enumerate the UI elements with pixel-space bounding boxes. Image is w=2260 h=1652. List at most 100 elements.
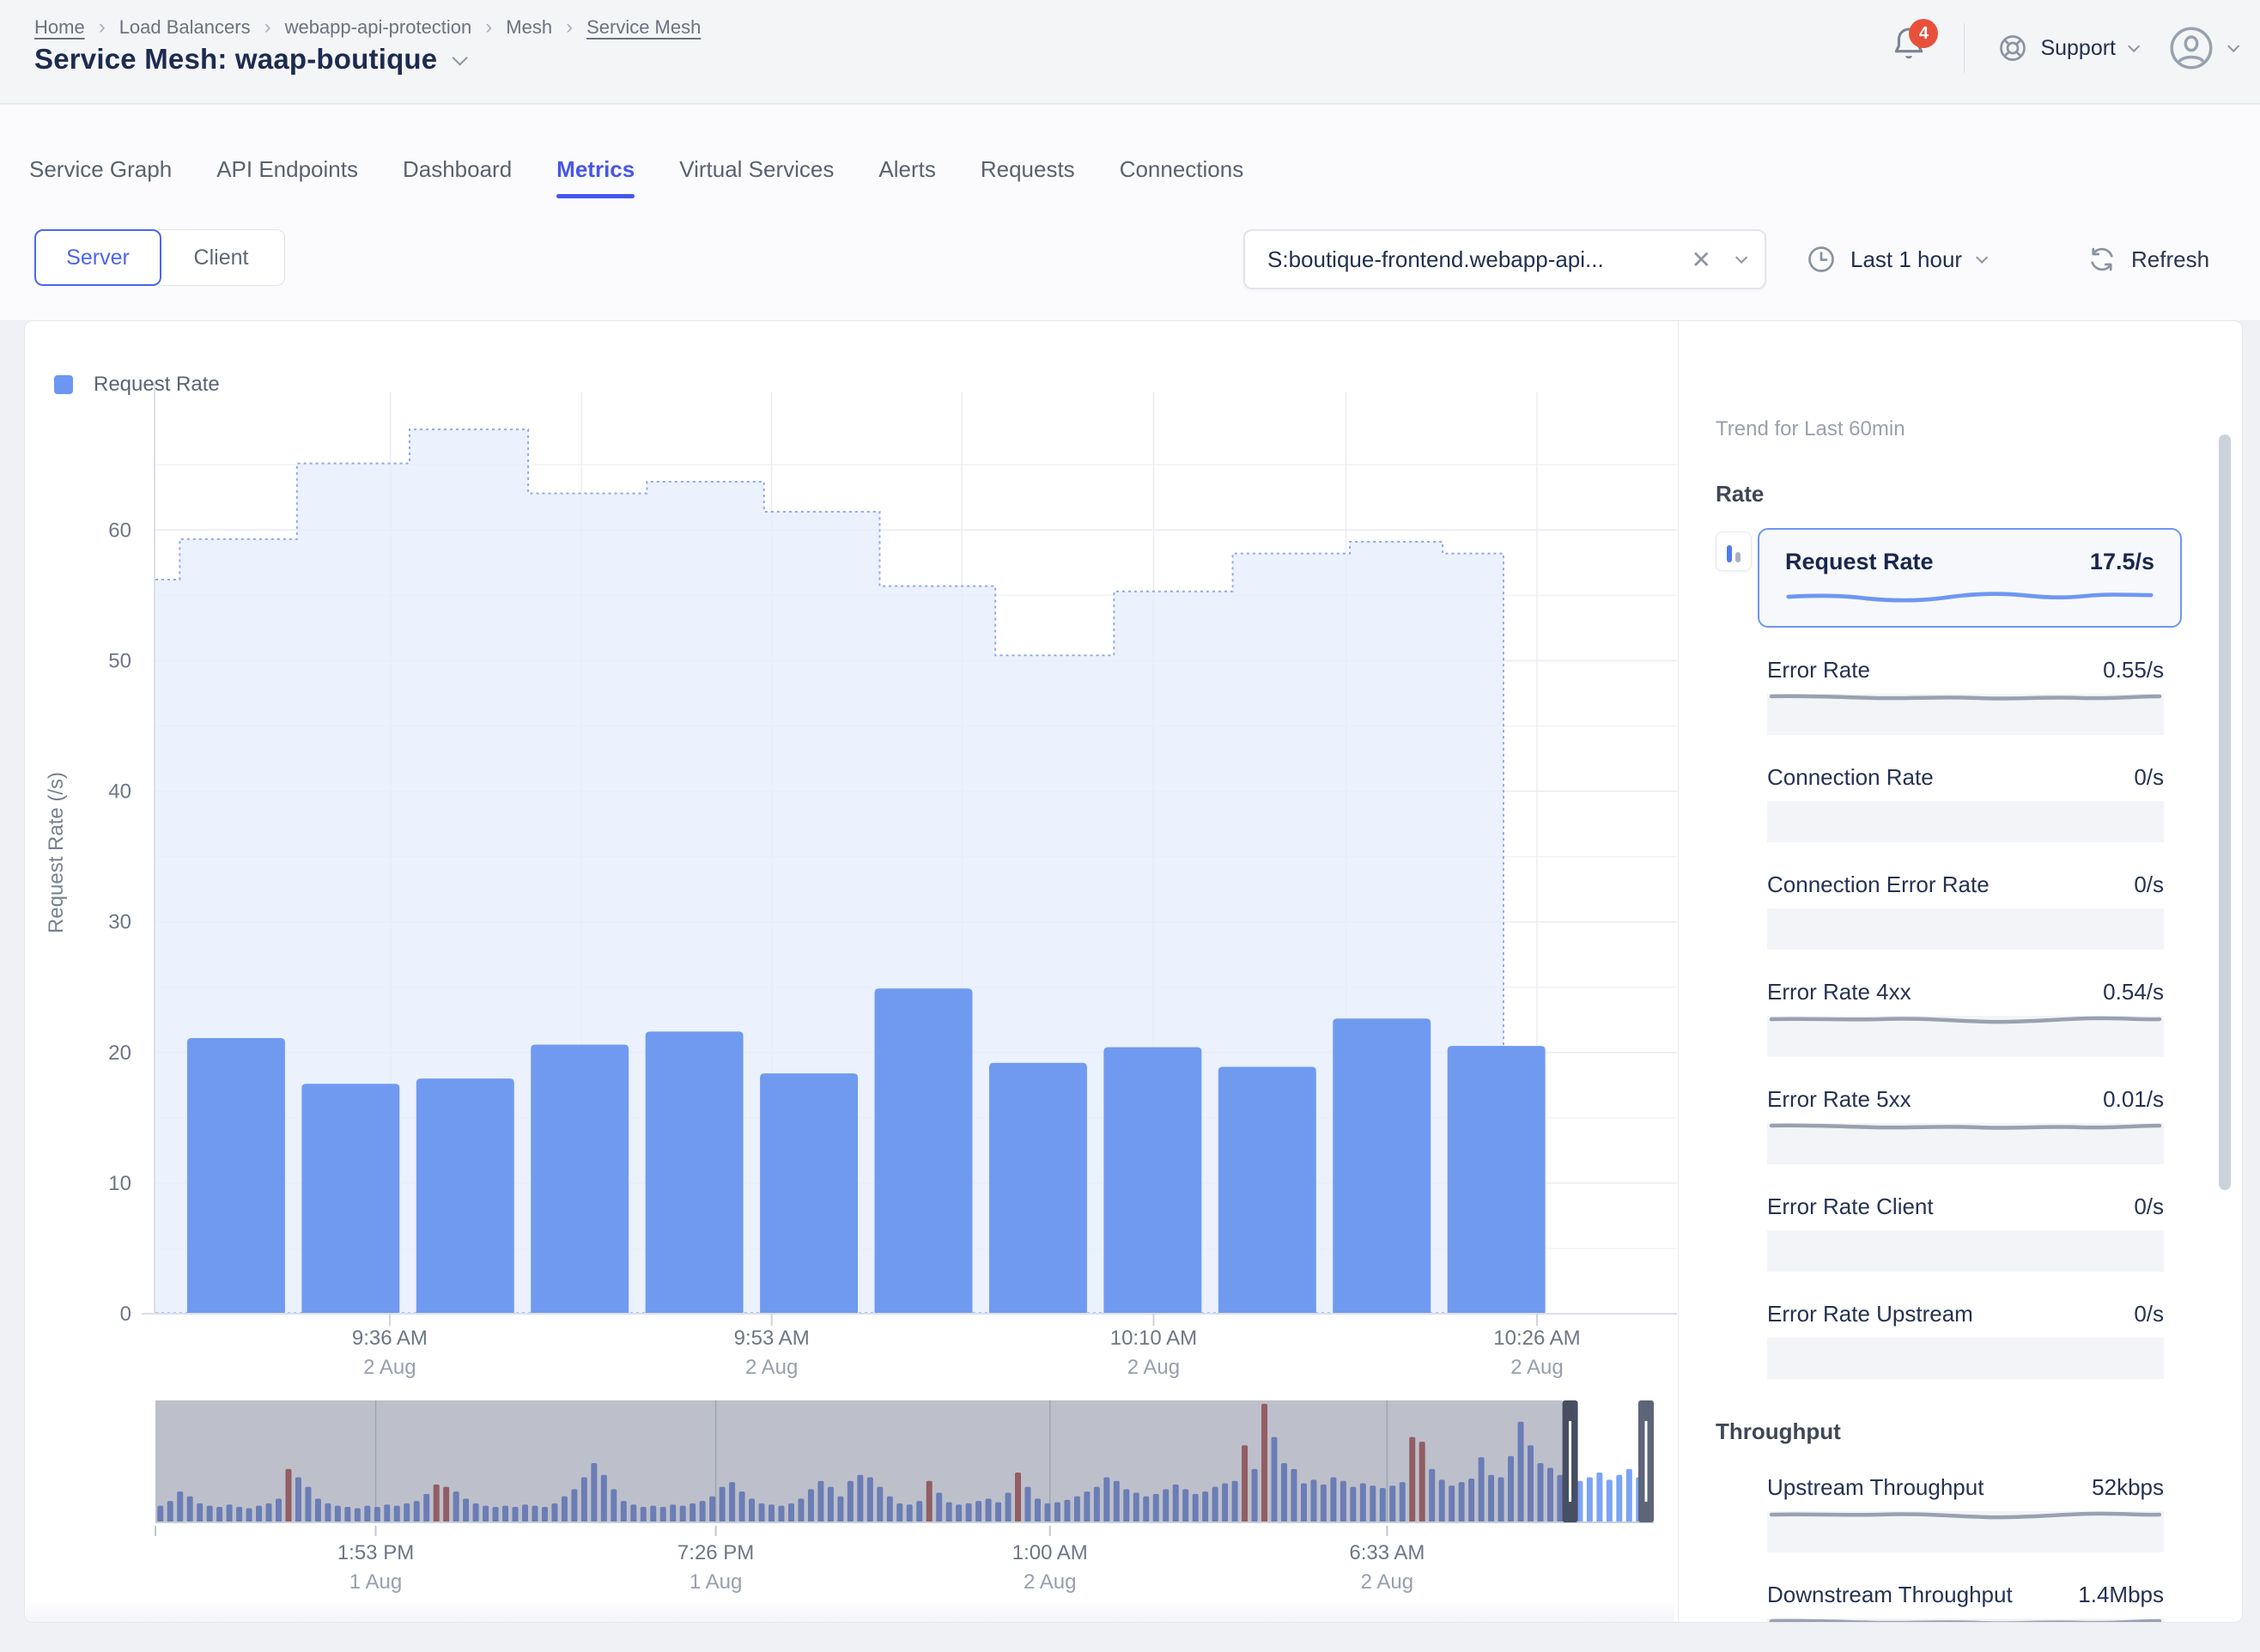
- server-client-toggle: ServerClient: [34, 229, 285, 286]
- metric-sparkline: [1785, 586, 2154, 608]
- tab-connections[interactable]: Connections: [1120, 156, 1244, 210]
- breadcrumb-item[interactable]: Load Balancers: [119, 16, 251, 39]
- svg-text:2 Aug: 2 Aug: [1127, 1356, 1180, 1379]
- breadcrumb-separator: ›: [485, 15, 492, 39]
- time-range-value: Last 1 hour: [1850, 246, 1962, 273]
- request-rate-chart[interactable]: 0102030405060Request Rate (/s)9:36 AM2 A…: [25, 357, 1678, 1422]
- svg-text:2 Aug: 2 Aug: [1024, 1570, 1076, 1594]
- metric-value: 0.01/s: [2103, 1086, 2164, 1113]
- metric-line: Request Rate17.5/s: [1785, 549, 2154, 575]
- tab-label: Service Graph: [29, 156, 172, 182]
- breadcrumb-item[interactable]: Service Mesh: [586, 16, 701, 39]
- metric-line: Downstream Throughput1.4Mbps: [1767, 1582, 2164, 1608]
- svg-text:20: 20: [108, 1042, 131, 1065]
- svg-text:1 Aug: 1 Aug: [690, 1570, 742, 1594]
- svg-text:2 Aug: 2 Aug: [363, 1356, 416, 1379]
- tab-bar: Service Graph API Endpoints Dashboard Metri…: [0, 105, 1243, 210]
- metric-line: Connection Rate0/s: [1767, 764, 2164, 791]
- notifications-button[interactable]: 4: [1890, 22, 1938, 74]
- header-actions: 4 Support: [1890, 22, 2236, 74]
- metric-sparkline: [1767, 686, 2164, 708]
- svg-text:30: 30: [108, 911, 131, 934]
- support-chevron-down-icon: [2128, 40, 2140, 52]
- metric-row-connection-rate[interactable]: Connection Rate0/s: [1767, 764, 2164, 842]
- metrics-filter-value: S:boutique-frontend.webapp-api...: [1267, 246, 1692, 273]
- svg-text:1:53 PM: 1:53 PM: [337, 1541, 414, 1564]
- metric-sparkline-box: [1767, 1338, 2164, 1379]
- metric-row-error-rate-client[interactable]: Error Rate Client0/s: [1767, 1193, 2164, 1272]
- tab-label: Connections: [1120, 156, 1244, 182]
- svg-text:2 Aug: 2 Aug: [1361, 1570, 1413, 1594]
- breadcrumb-item[interactable]: Home: [34, 16, 85, 39]
- metric-line: Error Rate 5xx0.01/s: [1767, 1086, 2164, 1113]
- toolbar: ServerClient S:boutique-frontend.webapp-…: [0, 203, 2260, 320]
- tab-label: Virtual Services: [679, 156, 834, 182]
- metric-value: 1.4Mbps: [2078, 1582, 2164, 1608]
- mode-server-button[interactable]: Server: [34, 229, 161, 286]
- tab-metrics[interactable]: Metrics: [556, 156, 635, 210]
- tab-api-endpoints[interactable]: API Endpoints: [216, 156, 358, 210]
- metric-row-downstream-throughput[interactable]: Downstream Throughput1.4Mbps: [1767, 1582, 2164, 1623]
- bar-chart-icon-bar: [1735, 552, 1741, 562]
- tabs-toolbar-strip: Service Graph API Endpoints Dashboard Metri…: [0, 105, 2260, 320]
- breadcrumb-separator: ›: [264, 15, 271, 39]
- tab-service-graph[interactable]: Service Graph: [29, 156, 172, 210]
- metric-row-error-rate[interactable]: Error Rate0.55/s: [1767, 657, 2164, 735]
- mode-client-button[interactable]: Client: [158, 229, 285, 286]
- title-chevron-down-icon[interactable]: [453, 50, 468, 65]
- page-title: Service Mesh: waap-boutique: [34, 43, 437, 76]
- metric-value: 0/s: [2134, 1301, 2164, 1327]
- metric-row-upstream-throughput[interactable]: Upstream Throughput52kbps: [1767, 1474, 2164, 1552]
- panel-section-throughput: Throughput: [1716, 1418, 2243, 1445]
- tab-underline: [216, 194, 358, 198]
- svg-text:2 Aug: 2 Aug: [1510, 1356, 1563, 1379]
- refresh-button[interactable]: Refresh: [2087, 229, 2209, 289]
- breadcrumb-item[interactable]: Mesh: [506, 16, 552, 39]
- svg-text:60: 60: [108, 519, 131, 542]
- metric-value: 0/s: [2134, 872, 2164, 898]
- svg-text:0: 0: [120, 1303, 131, 1326]
- metrics-filter-select[interactable]: S:boutique-frontend.webapp-api... ✕: [1243, 229, 1766, 289]
- metric-sparkline: [1767, 1611, 2164, 1623]
- metric-card-row: Request Rate17.5/s: [1716, 528, 2243, 628]
- svg-text:1:00 AM: 1:00 AM: [1012, 1541, 1088, 1564]
- metric-sparkline-box: [1767, 908, 2164, 950]
- svg-text:7:26 PM: 7:26 PM: [677, 1541, 754, 1564]
- card-bottom-fade: [26, 1600, 1674, 1622]
- header-divider: [1964, 23, 1965, 73]
- metric-row-error-rate-4xx[interactable]: Error Rate 4xx 0.54/s: [1767, 979, 2164, 1057]
- tab-virtual-services[interactable]: Virtual Services: [679, 156, 834, 210]
- metric-row-error-rate-5xx[interactable]: Error Rate 5xx0.01/s: [1767, 1086, 2164, 1164]
- filter-chevron-down-icon: [1735, 252, 1747, 264]
- time-range-picker[interactable]: Last 1 hour: [1806, 229, 1984, 289]
- metrics-card: Request Rate 0102030405060Request Rate (…: [24, 320, 2243, 1623]
- svg-text:40: 40: [108, 780, 131, 804]
- timeline-brush-chart[interactable]: 1:53 PM1 Aug7:26 PM1 Aug1:00 AM2 Aug6:33…: [25, 1388, 1678, 1606]
- panel-scrollbar[interactable]: [2219, 434, 2231, 1190]
- support-menu[interactable]: Support: [1990, 33, 2143, 64]
- tab-underline: [878, 194, 935, 198]
- metric-value: 0/s: [2134, 764, 2164, 791]
- tab-requests[interactable]: Requests: [981, 156, 1075, 210]
- metric-line: Error Rate0.55/s: [1767, 657, 2164, 683]
- lifebuoy-icon: [1997, 33, 2028, 64]
- metric-value: 0.54/s: [2103, 979, 2164, 1005]
- tab-dashboard[interactable]: Dashboard: [403, 156, 512, 210]
- metric-line: Error Rate 4xx 0.54/s: [1767, 979, 2164, 1005]
- metric-card-request-rate[interactable]: Request Rate17.5/s: [1758, 528, 2182, 628]
- breadcrumb: Home › Load Balancers › webapp-api-protectio…: [34, 15, 701, 39]
- metric-row-connection-error-rate[interactable]: Connection Error Rate0/s: [1767, 872, 2164, 950]
- tab-underline: [679, 194, 834, 198]
- metric-label: Error Rate Upstream: [1767, 1301, 1973, 1327]
- metric-row-error-rate-upstream[interactable]: Error Rate Upstream 0/s: [1767, 1301, 2164, 1379]
- metric-line: Error Rate Upstream 0/s: [1767, 1301, 2164, 1327]
- support-label: Support: [2040, 36, 2116, 61]
- breadcrumb-item[interactable]: webapp-api-protection: [285, 16, 472, 39]
- refresh-label: Refresh: [2131, 246, 2209, 273]
- svg-text:10:10 AM: 10:10 AM: [1110, 1327, 1197, 1350]
- account-chevron-down-icon: [2227, 40, 2239, 52]
- tab-alerts[interactable]: Alerts: [878, 156, 935, 210]
- account-menu[interactable]: [2169, 26, 2236, 70]
- filter-clear-icon[interactable]: ✕: [1692, 246, 1711, 274]
- metric-label: Error Rate 4xx: [1767, 979, 1911, 1005]
